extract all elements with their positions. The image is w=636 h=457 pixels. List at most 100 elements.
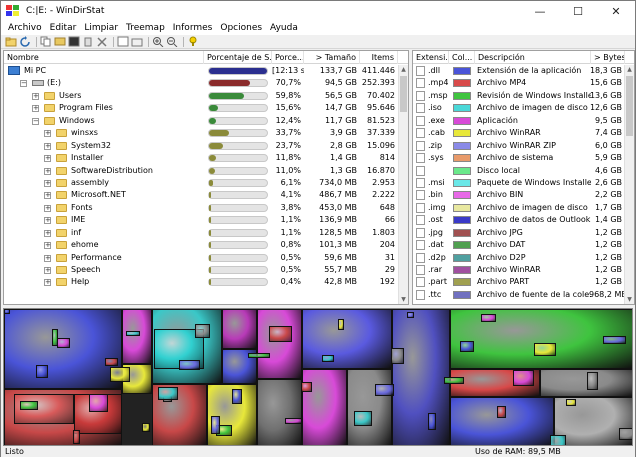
- treemap-block[interactable]: [122, 309, 152, 364]
- column-size[interactable]: > Tamaño: [304, 51, 360, 64]
- extension-row[interactable]: .d2p Archivo D2P 1,2 GB: [413, 252, 624, 264]
- treemap-block[interactable]: [407, 312, 414, 318]
- treemap-block[interactable]: [428, 413, 436, 430]
- extension-scrollbar[interactable]: ▲ ▼: [624, 65, 634, 304]
- tree-row[interactable]: + SoftwareDistribution 11,0% 1,3 GB 16.870: [4, 165, 398, 177]
- scroll-down-icon[interactable]: ▼: [625, 295, 634, 304]
- column-bytes[interactable]: > Bytes: [591, 51, 625, 64]
- expand-toggle-icon[interactable]: +: [44, 242, 51, 250]
- scroll-up-icon[interactable]: ▲: [625, 65, 634, 74]
- extension-row[interactable]: .ost Archivo de datos de Outlook 1,4 GB: [413, 214, 624, 226]
- treemap-block[interactable]: [4, 309, 10, 314]
- tree-row[interactable]: + ehome 0,8% 101,3 MB 204: [4, 239, 398, 251]
- tree-scrollbar[interactable]: ▲ ▼: [398, 65, 408, 304]
- tree-row[interactable]: − Windows 12,4% 11,7 GB 81.523: [4, 115, 398, 127]
- treemap-block[interactable]: [73, 430, 80, 444]
- expand-toggle-icon[interactable]: −: [32, 117, 39, 125]
- treemap-block[interactable]: [232, 389, 242, 404]
- expand-toggle-icon[interactable]: +: [44, 279, 51, 287]
- treemap-block[interactable]: [566, 399, 576, 406]
- extension-row[interactable]: .dll Extensión de la aplicación 18,3 GB: [413, 65, 624, 77]
- scrollbar-thumb[interactable]: [400, 76, 407, 112]
- treemap-block[interactable]: [619, 428, 632, 440]
- column-color[interactable]: Col...: [449, 51, 475, 64]
- treemap-block[interactable]: [375, 384, 394, 396]
- treemap-block[interactable]: [354, 411, 372, 426]
- tree-row[interactable]: + Fonts 3,8% 453,0 MB 648: [4, 202, 398, 214]
- column-items[interactable]: Items: [360, 51, 398, 64]
- copy-icon[interactable]: [40, 36, 52, 47]
- close-button[interactable]: ✕: [597, 1, 635, 21]
- treemap-block[interactable]: [211, 416, 220, 434]
- treemap-block[interactable]: [513, 370, 534, 386]
- treemap-block[interactable]: [338, 319, 344, 330]
- treemap-block[interactable]: [481, 314, 496, 322]
- tree-row[interactable]: + winsxs 33,7% 3,9 GB 37.339: [4, 127, 398, 139]
- tree-row[interactable]: + IME 1,1% 136,9 MB 66: [4, 214, 398, 226]
- tree-row[interactable]: + Program Files 15,6% 14,7 GB 95.646: [4, 102, 398, 114]
- minimize-button[interactable]: —: [521, 1, 559, 21]
- extension-row[interactable]: .mp4 Archivo MP4 15,6 GB: [413, 77, 624, 89]
- treemap-block[interactable]: [391, 348, 404, 364]
- treemap-block[interactable]: [497, 406, 506, 418]
- extension-row[interactable]: Disco local 4,6 GB: [413, 165, 624, 177]
- tree-row[interactable]: + assembly 6,1% 734,0 MB 2.953: [4, 177, 398, 189]
- expand-toggle-icon[interactable]: +: [44, 254, 51, 262]
- expand-toggle-icon[interactable]: +: [44, 130, 51, 138]
- extension-row[interactable]: .exe Aplicación 9,5 GB: [413, 115, 624, 127]
- refresh-icon[interactable]: [19, 36, 31, 47]
- treemap-block[interactable]: [126, 331, 140, 336]
- column-description[interactable]: Descripción: [475, 51, 591, 64]
- extension-row[interactable]: .msp Revisión de Windows Installer 13,6 GB: [413, 90, 624, 102]
- menu-limpiar[interactable]: Limpiar: [80, 23, 122, 33]
- scroll-down-icon[interactable]: ▼: [399, 295, 408, 304]
- treemap-block[interactable]: [105, 358, 118, 366]
- tree-row[interactable]: + Performance 0,5% 59,6 MB 31: [4, 252, 398, 264]
- extension-row[interactable]: .jpg Archivo JPG 1,2 GB: [413, 227, 624, 239]
- menu-archivo[interactable]: Archivo: [4, 23, 46, 33]
- treemap-block[interactable]: [450, 397, 554, 445]
- expand-toggle-icon[interactable]: −: [20, 80, 27, 88]
- treemap-block[interactable]: [257, 379, 302, 445]
- expand-toggle-icon[interactable]: +: [44, 167, 51, 175]
- treemap-block[interactable]: [322, 355, 334, 362]
- tree-row[interactable]: Mi PC [12:13 s] 133,7 GB 411.446: [4, 65, 398, 77]
- expand-toggle-icon[interactable]: +: [44, 155, 51, 163]
- zoom-out-icon[interactable]: [166, 36, 178, 47]
- treemap-block[interactable]: [285, 418, 302, 424]
- column-percentage[interactable]: Porce...: [272, 51, 304, 64]
- extension-row[interactable]: .cab Archivo WinRAR 7,4 GB: [413, 127, 624, 139]
- treemap-block[interactable]: [460, 341, 474, 352]
- tree-row[interactable]: + Installer 11,8% 1,4 GB 814: [4, 152, 398, 164]
- new-folder-icon[interactable]: [131, 36, 143, 47]
- extension-row[interactable]: .sys Archivo de sistema 5,9 GB: [413, 152, 624, 164]
- tree-row[interactable]: + Users 59,8% 56,5 GB 70.402: [4, 90, 398, 102]
- tree-row[interactable]: + System32 23,7% 2,8 GB 15.096: [4, 140, 398, 152]
- explorer-icon[interactable]: [54, 36, 66, 47]
- properties-icon[interactable]: [117, 36, 129, 47]
- extension-row[interactable]: .bin Archivo BIN 2,2 GB: [413, 189, 624, 201]
- menu-editar[interactable]: Editar: [46, 23, 81, 33]
- extension-row[interactable]: .rar Archivo WinRAR 1,2 GB: [413, 264, 624, 276]
- treemap-block[interactable]: [179, 360, 200, 370]
- expand-toggle-icon[interactable]: +: [44, 267, 51, 274]
- expand-toggle-icon[interactable]: +: [44, 229, 51, 237]
- menu-informes[interactable]: Informes: [169, 23, 217, 33]
- expand-toggle-icon[interactable]: +: [32, 105, 39, 113]
- extension-row[interactable]: .img Archivo de imagen de disco 1,7 GB: [413, 202, 624, 214]
- open-icon[interactable]: [5, 36, 17, 47]
- treemap-block[interactable]: [392, 309, 450, 445]
- delete-recycle-icon[interactable]: [82, 36, 94, 47]
- column-subtree-percentage[interactable]: Porcentaje de S...: [204, 51, 272, 64]
- extension-row[interactable]: .part Archivo PART 1,2 GB: [413, 276, 624, 288]
- delete-icon[interactable]: [96, 36, 108, 47]
- zoom-in-icon[interactable]: [152, 36, 164, 47]
- tree-row[interactable]: + Microsoft.NET 4,1% 486,7 MB 2.222: [4, 189, 398, 201]
- treemap-block[interactable]: [301, 382, 312, 392]
- treemap-block[interactable]: [347, 369, 392, 445]
- menu-ayuda[interactable]: Ayuda: [266, 23, 302, 33]
- scrollbar-thumb[interactable]: [626, 76, 633, 136]
- treemap-block[interactable]: [195, 324, 210, 338]
- treemap-block[interactable]: [534, 343, 556, 356]
- column-extension[interactable]: Extensi...: [413, 51, 449, 64]
